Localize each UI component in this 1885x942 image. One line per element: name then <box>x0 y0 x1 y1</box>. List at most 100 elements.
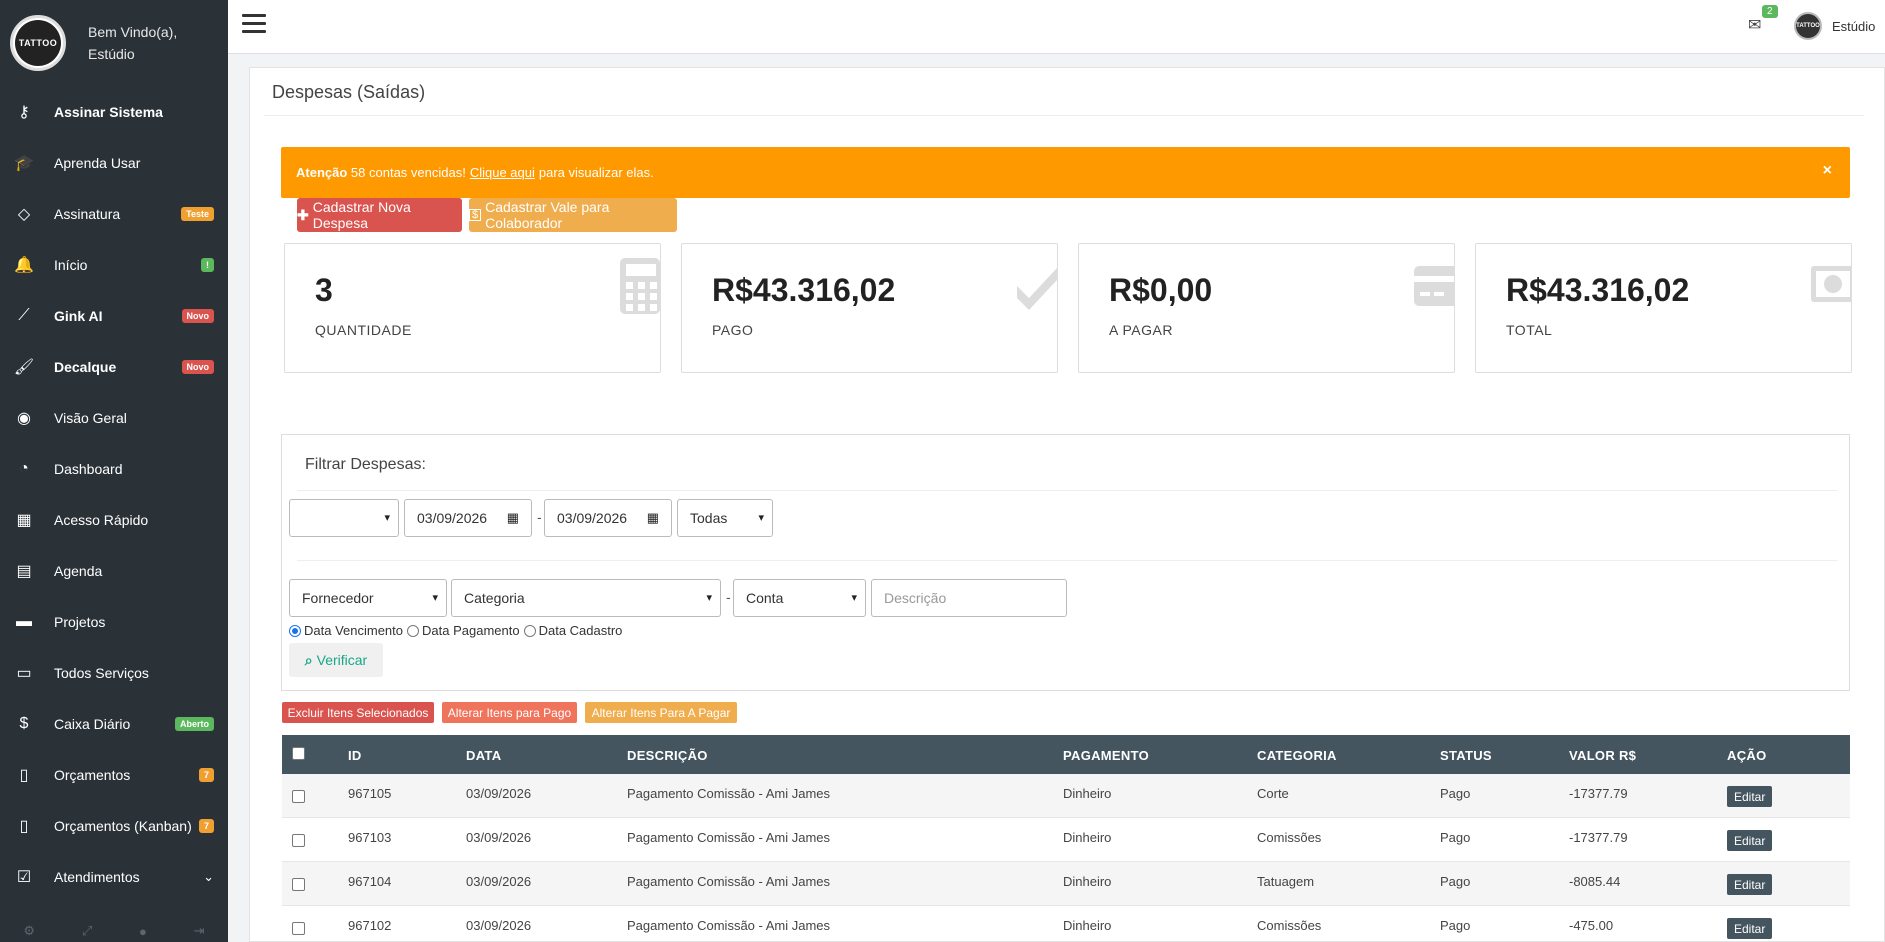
sidebar-item[interactable]: ⟋ Gink AI Novo <box>0 290 228 341</box>
mark-paid-button[interactable]: Alterar Itens para Pago <box>442 702 577 723</box>
sidebar-item[interactable]: ⚷ Assinar Sistema <box>0 86 228 137</box>
search-icon: ⌕ <box>304 651 313 668</box>
table-row: 967105 03/09/2026 Pagamento Comissão - Ami… <box>282 774 1850 818</box>
key-icon: ⚷ <box>18 103 30 121</box>
sidebar-item[interactable]: ▦ Acesso Rápido <box>0 494 228 545</box>
sidebar-item[interactable]: ◔ Dashboard <box>0 443 228 494</box>
page-title: Despesas (Saídas) <box>272 82 426 102</box>
row-checkbox[interactable] <box>292 834 305 847</box>
sidebar-item-label: Todos Serviços <box>54 664 149 681</box>
chevron-down-icon: ▾ <box>851 592 857 604</box>
sidebar-item[interactable]: ☑ Atendimentos ⌄ <box>0 851 228 902</box>
row-checkbox[interactable] <box>292 790 305 803</box>
stat-card-total: R$43.316,02 TOTAL <box>1475 243 1852 373</box>
row-checkbox[interactable] <box>292 922 305 935</box>
new-voucher-label: Cadastrar Vale para Colaborador <box>485 199 610 231</box>
graduation-cap-icon: 🎓 <box>14 154 34 172</box>
cell-payment: Dinheiro <box>1063 830 1112 845</box>
status-badge: Teste <box>181 206 214 221</box>
chevron-down-icon: ▾ <box>432 592 438 604</box>
alert-link[interactable]: Clique aqui <box>470 165 535 180</box>
category-select-value: Categoria <box>464 590 525 606</box>
sidebar-item[interactable]: 🎓 Aprenda Usar <box>0 137 228 188</box>
cell-payment: Dinheiro <box>1063 918 1112 933</box>
cell-date: 03/09/2026 <box>466 918 532 933</box>
cell-description: Pagamento Comissão - Ami James <box>627 830 831 845</box>
status-select[interactable]: Todas ▾ <box>677 499 773 537</box>
radio-label: Data Pagamento <box>422 623 520 638</box>
paintbrush-icon: 🖌 <box>13 358 35 376</box>
lock-icon[interactable]: ● <box>139 924 147 939</box>
check-square-icon: ☑ <box>16 868 32 886</box>
select-all-checkbox[interactable] <box>292 747 305 760</box>
settings-icon[interactable]: ⚙ <box>23 923 35 939</box>
sidebar-item[interactable]: 🔔 Início! <box>0 239 228 290</box>
stat-value: R$43.316,02 <box>712 272 896 308</box>
stat-card-paid: R$43.316,02 PAGO <box>681 243 1058 373</box>
menu-toggle-icon[interactable] <box>242 14 266 36</box>
supplier-select[interactable]: Fornecedor ▾ <box>289 579 447 617</box>
edit-button[interactable]: Editar <box>1727 918 1773 939</box>
cell-value: -17377.79 <box>1569 830 1628 845</box>
money-icon: $ <box>19 714 29 732</box>
sidebar-item[interactable]: ▬ Projetos <box>0 596 228 647</box>
edit-button[interactable]: Editar <box>1727 786 1773 807</box>
divider <box>297 560 1837 561</box>
expenses-table: ID DATA DESCRIÇÃO PAGAMENTO CATEGORIA ST… <box>282 735 1850 942</box>
sidebar-item[interactable]: ▭ Todos Serviços <box>0 647 228 698</box>
status-badge: Novo <box>181 359 214 374</box>
sidebar-item[interactable]: ▤ Agenda <box>0 545 228 596</box>
money-icon: $ <box>469 209 482 221</box>
cell-description: Pagamento Comissão - Ami James <box>627 874 831 889</box>
mark-unpaid-button[interactable]: Alterar Itens Para A Pagar <box>585 702 737 723</box>
user-menu[interactable]: TATTOO Estúdio <box>1794 12 1875 40</box>
description-input[interactable]: Descrição <box>871 579 1067 617</box>
table-row: 967102 03/09/2026 Pagamento Comissão - Ami… <box>282 906 1850 942</box>
sidebar-item[interactable]: $ Caixa Diário Aberto <box>0 698 228 749</box>
sidebar-item[interactable]: ◇ Assinatura Teste <box>0 188 228 239</box>
sidebar-brand: TATTOO Bem Vindo(a), Estúdio <box>0 0 228 86</box>
sidebar-item[interactable]: 🖌 Decalque Novo <box>0 341 228 392</box>
cell-status: Pago <box>1440 786 1471 801</box>
radio-registration-date[interactable] <box>523 624 536 637</box>
calendar-icon: ▦ <box>646 510 659 525</box>
col-value: VALOR R$ <box>1569 748 1637 763</box>
messages-button[interactable]: ✉ 2 <box>1748 5 1778 34</box>
sidebar-item[interactable]: ▯ Orçamentos 7 <box>0 749 228 800</box>
money-bill-icon <box>1811 266 1851 302</box>
account-select[interactable]: Conta ▾ <box>733 579 866 617</box>
date-to-input[interactable]: 03/09/2026 ▦ <box>544 499 672 537</box>
period-select[interactable]: ▾ <box>289 499 399 537</box>
delete-selected-button[interactable]: Excluir Itens Selecionados <box>282 702 434 723</box>
status-select-value: Todas <box>690 510 728 526</box>
sidebar-item[interactable]: ▯ Orçamentos (Kanban) 7 <box>0 800 228 851</box>
new-expense-button[interactable]: ✚ Cadastrar Nova Despesa <box>297 198 462 232</box>
radio-due-date[interactable] <box>289 624 301 637</box>
date-from-input[interactable]: 03/09/2026 ▦ <box>404 499 532 537</box>
radio-payment-date[interactable] <box>407 624 420 637</box>
diamond-icon: ◇ <box>17 205 31 223</box>
calendar-icon: ▦ <box>506 510 519 525</box>
table-row: 967104 03/09/2026 Pagamento Comissão - Ami… <box>282 862 1850 906</box>
new-expense-label: Cadastrar Nova Despesa <box>312 199 411 231</box>
studio-logo[interactable]: TATTOO <box>10 15 66 71</box>
sidebar: TATTOO Bem Vindo(a), Estúdio ⚷ Assinar Si… <box>0 0 228 942</box>
col-payment: PAGAMENTO <box>1063 748 1150 763</box>
verify-button[interactable]: ⌕ Verificar <box>289 643 383 677</box>
category-select[interactable]: Categoria ▾ <box>451 579 721 617</box>
logout-icon[interactable]: ⇥ <box>194 923 205 939</box>
new-voucher-button[interactable]: $ Cadastrar Vale para Colaborador <box>469 198 677 232</box>
logo-text: TATTOO <box>15 20 61 66</box>
plus-icon: ✚ <box>297 206 309 223</box>
sidebar-item[interactable]: ◉ Visão Geral <box>0 392 228 443</box>
fullscreen-icon[interactable]: ⤢ <box>82 923 92 939</box>
edit-button[interactable]: Editar <box>1727 830 1773 851</box>
status-badge: ! <box>201 257 214 272</box>
stat-label: QUANTIDADE <box>315 322 412 338</box>
sidebar-item-label: Caixa Diário <box>54 715 131 732</box>
row-checkbox[interactable] <box>292 878 305 891</box>
folder-open-icon: ▭ <box>16 664 32 682</box>
edit-button[interactable]: Editar <box>1727 874 1773 895</box>
close-icon[interactable]: × <box>1823 162 1832 180</box>
calendar-icon: ▤ <box>16 562 32 580</box>
